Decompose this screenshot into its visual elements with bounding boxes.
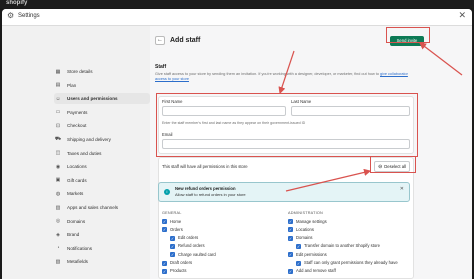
settings-window: ⚙ Settings ✕ ▦ Store details ▤ Plan ☺ Users a… — [2, 9, 472, 279]
annotation-arrows — [278, 42, 463, 192]
browser-topbar: shopify — [0, 0, 474, 8]
shopify-logo: shopify — [6, 0, 28, 6]
